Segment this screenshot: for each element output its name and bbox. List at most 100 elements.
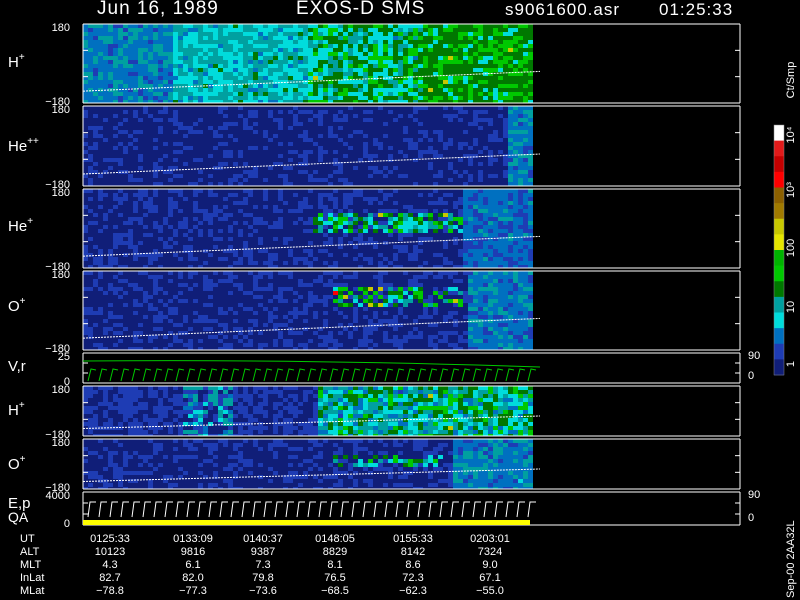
heatmap-cell — [478, 32, 483, 36]
heatmap-cell — [393, 189, 398, 193]
heatmap-cell — [468, 130, 473, 134]
heatmap-cell — [403, 261, 408, 265]
heatmap-cell — [368, 229, 373, 233]
heatmap-cell — [183, 178, 188, 182]
heatmap-cell — [458, 48, 463, 52]
heatmap-cell — [208, 114, 213, 118]
heatmap-cell — [373, 118, 378, 122]
heatmap-cell — [483, 122, 488, 126]
heatmap-cell — [473, 44, 478, 48]
heatmap-cell — [258, 146, 263, 150]
heatmap-cell — [148, 84, 153, 88]
heatmap-cell — [123, 166, 128, 170]
heatmap-cell — [288, 233, 293, 237]
heatmap-cell — [368, 162, 373, 166]
heatmap-cell — [178, 154, 183, 158]
heatmap-cell — [203, 134, 208, 138]
heatmap-cell — [258, 68, 263, 72]
heatmap-cell — [278, 170, 283, 174]
heatmap-cell — [443, 56, 448, 60]
heatmap-cell — [298, 241, 303, 245]
heatmap-cell — [458, 28, 463, 32]
heatmap-cell — [293, 213, 298, 217]
heatmap-cell — [483, 36, 488, 40]
heatmap-cell — [138, 201, 143, 205]
heatmap-cell — [418, 96, 423, 100]
heatmap-cell — [328, 64, 333, 68]
heatmap-cell — [108, 154, 113, 158]
heatmap-cell — [353, 142, 358, 146]
heatmap-cell — [298, 92, 303, 96]
heatmap-cell — [218, 162, 223, 166]
heatmap-cell — [98, 182, 103, 186]
heatmap-cell — [123, 142, 128, 146]
heatmap-cell — [368, 110, 373, 114]
heatmap-cell — [288, 150, 293, 154]
heatmap-cell — [388, 80, 393, 84]
heatmap-cell — [98, 126, 103, 130]
heatmap-cell — [488, 56, 493, 60]
heatmap-cell — [393, 24, 398, 28]
heatmap-cell — [338, 138, 343, 142]
heatmap-cell — [208, 178, 213, 182]
heatmap-cell — [273, 32, 278, 36]
heatmap-cell — [93, 154, 98, 158]
heatmap-cell — [368, 170, 373, 174]
heatmap-cell — [278, 72, 283, 76]
heatmap-cell — [133, 72, 138, 76]
heatmap-cell — [298, 28, 303, 32]
heatmap-cell — [103, 80, 108, 84]
heatmap-cell — [128, 134, 133, 138]
heatmap-cell — [333, 138, 338, 142]
heatmap-cell — [118, 60, 123, 64]
heatmap-cell — [328, 213, 333, 217]
heatmap-cell — [263, 182, 268, 186]
heatmap-cell — [418, 28, 423, 32]
heatmap-cell — [173, 233, 178, 237]
heatmap-cell — [208, 24, 213, 28]
heatmap-cell — [143, 56, 148, 60]
heatmap-cell — [138, 118, 143, 122]
heatmap-cell — [368, 84, 373, 88]
heatmap-cell — [243, 257, 248, 261]
heatmap-cell — [198, 72, 203, 76]
heatmap-cell — [273, 205, 278, 209]
heatmap-cell — [368, 122, 373, 126]
heatmap-cell — [213, 72, 218, 76]
heatmap-cell — [313, 253, 318, 257]
heatmap-cell — [408, 60, 413, 64]
heatmap-cell — [368, 60, 373, 64]
heatmap-cell — [293, 40, 298, 44]
heatmap-cell — [283, 48, 288, 52]
heatmap-cell — [523, 88, 528, 92]
heatmap-cell — [418, 253, 423, 257]
heatmap-cell — [418, 84, 423, 88]
heatmap-cell — [253, 178, 258, 182]
heatmap-cell — [403, 88, 408, 92]
heatmap-cell — [378, 106, 383, 110]
heatmap-cell — [348, 84, 353, 88]
heatmap-cell — [428, 28, 433, 32]
heatmap-cell — [183, 205, 188, 209]
heatmap-cell — [498, 92, 503, 96]
heatmap-cell — [398, 36, 403, 40]
heatmap-cell — [313, 197, 318, 201]
heatmap-cell — [153, 162, 158, 166]
heatmap-cell — [383, 24, 388, 28]
heatmap-cell — [443, 96, 448, 100]
heatmap-cell — [123, 88, 128, 92]
heatmap-cell — [348, 261, 353, 265]
heatmap-cell — [218, 170, 223, 174]
heatmap-cell — [188, 52, 193, 56]
heatmap-cell — [528, 84, 533, 88]
heatmap-cell — [343, 245, 348, 249]
heatmap-cell — [153, 88, 158, 92]
heatmap-cell — [483, 134, 488, 138]
heatmap-cell — [143, 36, 148, 40]
heatmap-cell — [123, 245, 128, 249]
heatmap-cell — [108, 249, 113, 253]
heatmap-cell — [118, 209, 123, 213]
heatmap-cell — [203, 178, 208, 182]
heatmap-cell — [228, 134, 233, 138]
heatmap-cell — [263, 68, 268, 72]
